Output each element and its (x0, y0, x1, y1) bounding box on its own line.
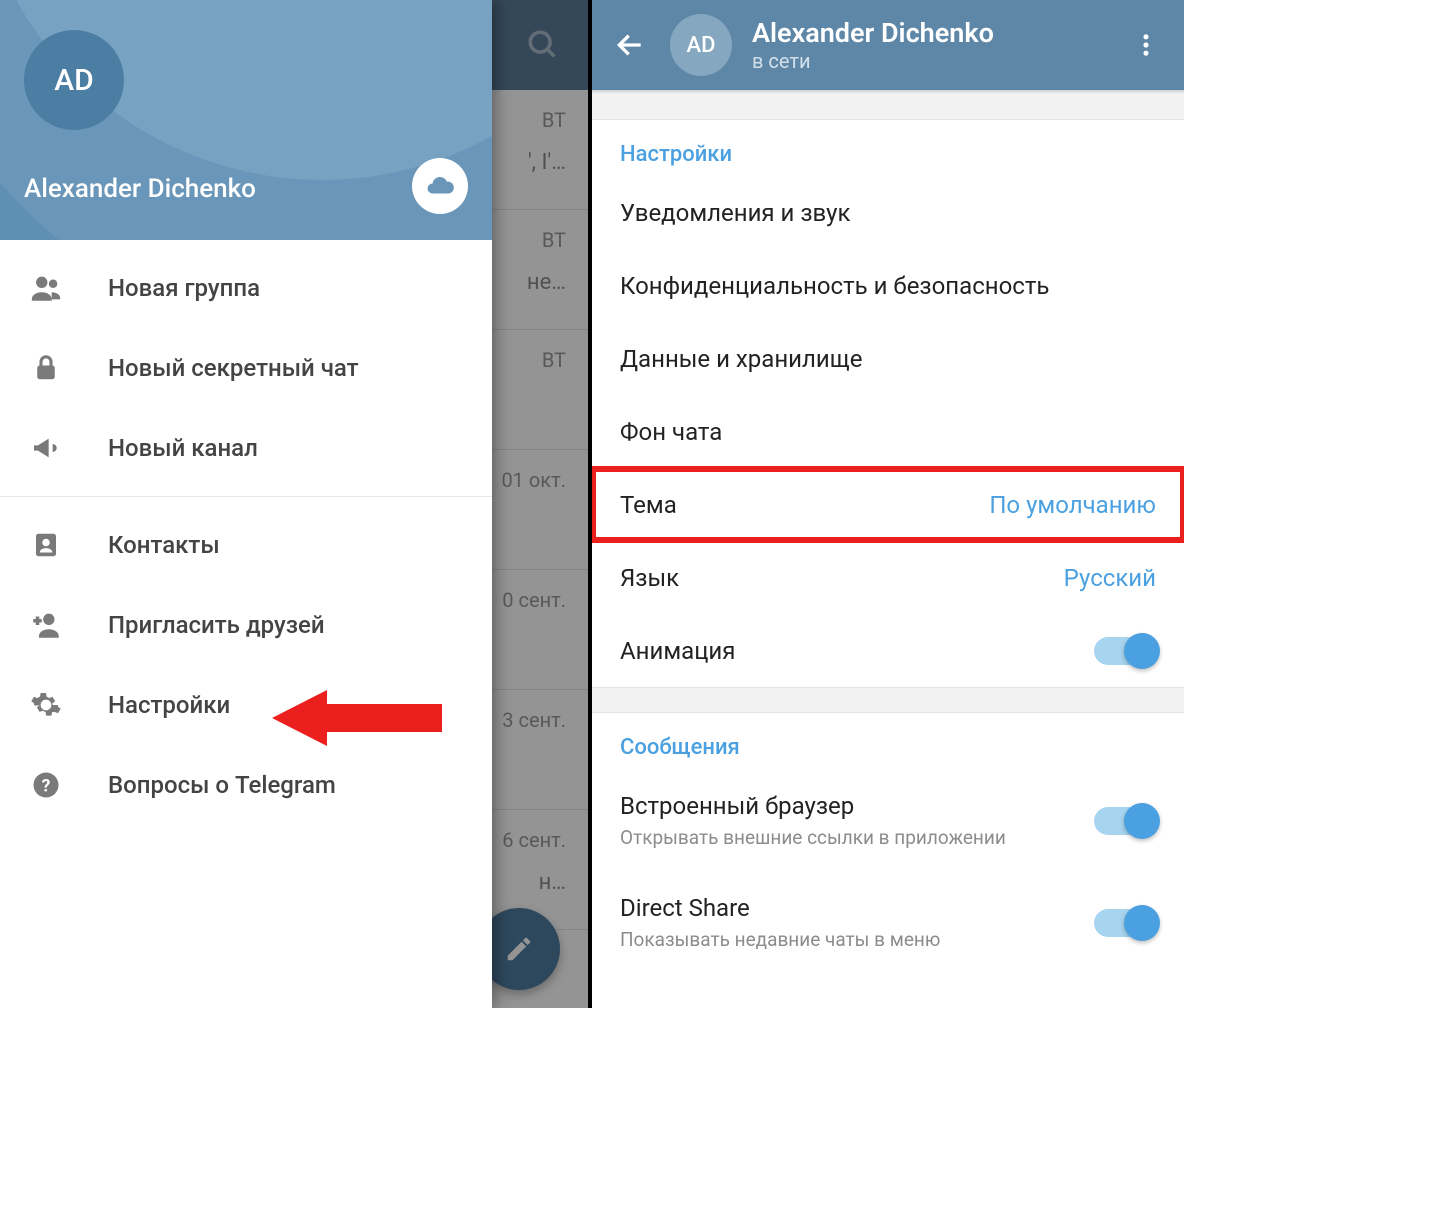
row-label: Тема (620, 491, 677, 519)
row-animation[interactable]: Анимация (592, 614, 1184, 687)
svg-text:?: ? (42, 776, 51, 796)
section-title-messages: Сообщения (592, 713, 1184, 770)
row-direct-share[interactable]: Direct Share Показывать недавние чаты в … (592, 871, 1184, 973)
row-label: Direct Share (620, 894, 940, 922)
megaphone-icon (26, 432, 66, 464)
help-icon: ? (26, 770, 66, 800)
row-label: Встроенный браузер (620, 792, 1006, 820)
drawer-item-label: Новый секретный чат (108, 354, 359, 382)
row-builtin-browser[interactable]: Встроенный браузер Открывать внешние ссы… (592, 770, 1184, 871)
drawer-item-label: Пригласить друзей (108, 611, 325, 639)
row-label: Анимация (620, 637, 735, 665)
toggle-on[interactable] (1094, 637, 1156, 665)
invite-icon (26, 608, 66, 642)
row-privacy[interactable]: Конфиденциальность и безопасность (592, 249, 1184, 322)
drawer-item-invite[interactable]: Пригласить друзей (0, 585, 492, 665)
right-screenshot: AD Alexander Dichenko в сети Настройки У… (592, 0, 1184, 1008)
drawer-item-label: Новый канал (108, 434, 258, 462)
drawer-item-label: Вопросы о Telegram (108, 771, 336, 799)
row-notifications[interactable]: Уведомления и звук (592, 177, 1184, 249)
row-sublabel: Показывать недавние чаты в меню (620, 928, 940, 951)
row-sublabel: Открывать внешние ссылки в приложении (620, 826, 1006, 849)
messages-section: Сообщения Встроенный браузер Открывать в… (592, 713, 1184, 973)
drawer-item-label: Контакты (108, 531, 220, 559)
row-chat-background[interactable]: Фон чата (592, 395, 1184, 468)
row-value: Русский (1064, 564, 1156, 592)
lock-icon (26, 353, 66, 383)
settings-section: Настройки Уведомления и звук Конфиденциа… (592, 120, 1184, 687)
left-screenshot: ВТ', I'… ВТне… ВТ 01 окт. 0 сент. 3 сент… (0, 0, 592, 1008)
group-icon (26, 271, 66, 305)
cloud-icon[interactable] (412, 158, 468, 214)
row-theme[interactable]: Тема По умолчанию (592, 468, 1184, 541)
drawer-item-new-channel[interactable]: Новый канал (0, 408, 492, 488)
header-title-block: Alexander Dichenko в сети (752, 17, 1106, 73)
drawer-item-label: Настройки (108, 691, 230, 719)
side-drawer: AD Alexander Dichenko Новая группа Новый… (0, 0, 492, 1008)
drawer-header: AD Alexander Dichenko (0, 0, 492, 240)
drawer-item-contacts[interactable]: Контакты (0, 505, 492, 585)
drawer-item-faq[interactable]: ? Вопросы о Telegram (0, 745, 492, 825)
header-title: Alexander Dichenko (752, 17, 1106, 49)
settings-header: AD Alexander Dichenko в сети (592, 0, 1184, 90)
gear-icon (26, 689, 66, 721)
row-data-storage[interactable]: Данные и хранилище (592, 322, 1184, 395)
toggle-on[interactable] (1094, 807, 1156, 835)
avatar[interactable]: AD (24, 30, 124, 130)
avatar[interactable]: AD (670, 14, 732, 76)
divider (0, 496, 492, 497)
drawer-item-label: Новая группа (108, 274, 260, 302)
drawer-item-secret-chat[interactable]: Новый секретный чат (0, 328, 492, 408)
header-status: в сети (752, 49, 1106, 73)
more-icon[interactable] (1126, 31, 1166, 59)
drawer-username: Alexander Dichenko (24, 174, 256, 204)
back-icon[interactable] (610, 29, 650, 61)
settings-body: Настройки Уведомления и звук Конфиденциа… (592, 94, 1184, 973)
drawer-list: Новая группа Новый секретный чат Новый к… (0, 240, 492, 1008)
drawer-item-settings[interactable]: Настройки (0, 665, 492, 745)
row-label: Язык (620, 564, 679, 592)
drawer-item-new-group[interactable]: Новая группа (0, 248, 492, 328)
toggle-on[interactable] (1094, 909, 1156, 937)
contacts-icon (26, 530, 66, 560)
row-language[interactable]: Язык Русский (592, 541, 1184, 614)
row-value: По умолчанию (989, 491, 1156, 519)
section-title-settings: Настройки (592, 120, 1184, 177)
